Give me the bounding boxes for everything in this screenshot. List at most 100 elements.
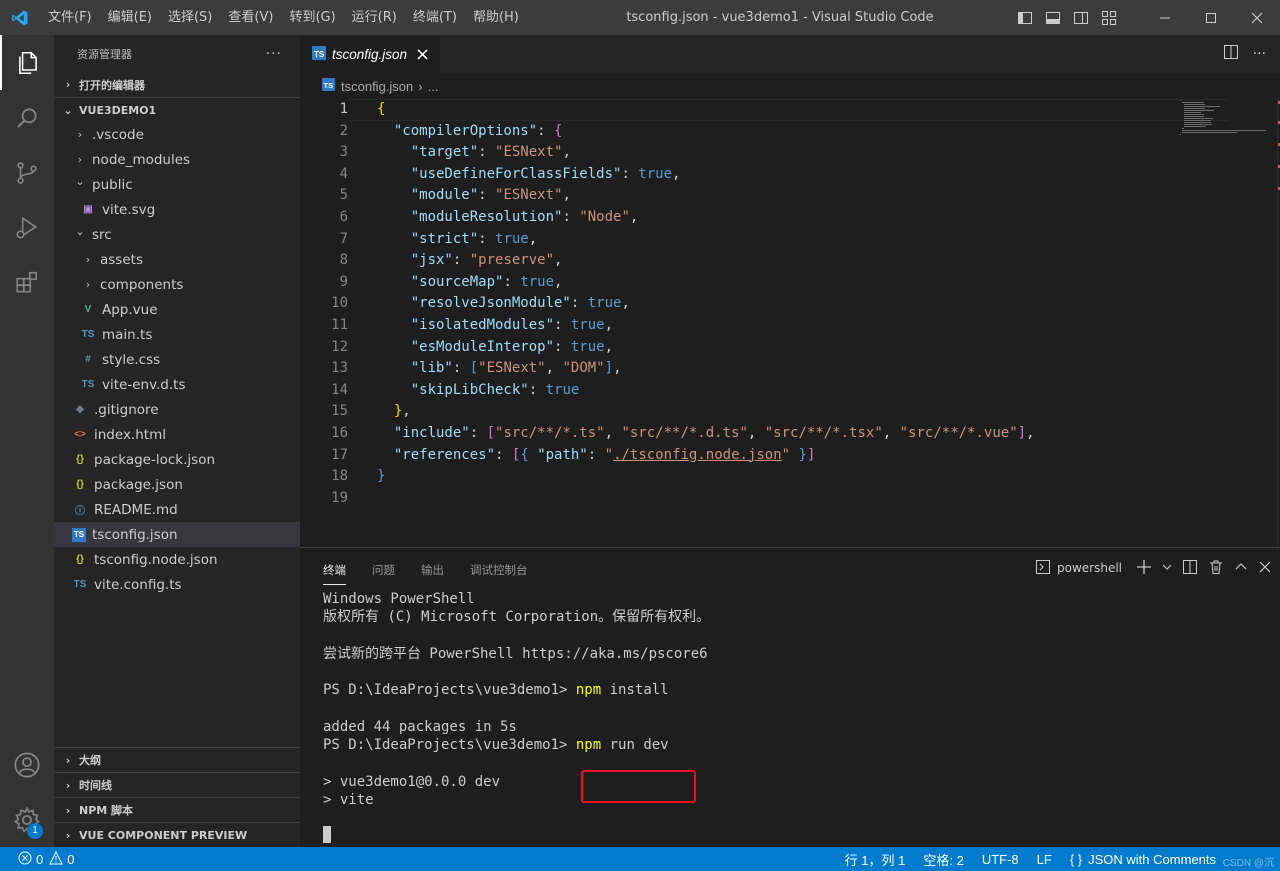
run-debug-icon[interactable] xyxy=(0,200,54,255)
tab-tsconfig[interactable]: TS tsconfig.json × xyxy=(300,35,441,73)
tree-item-label: tsconfig.json xyxy=(92,526,178,543)
vue-file-icon: V xyxy=(84,304,92,315)
file-item[interactable]: TS tsconfig.json xyxy=(54,522,300,547)
file-item[interactable]: # style.css xyxy=(54,347,300,372)
sidebar-section[interactable]: › 大纲 xyxy=(54,747,300,772)
menu-item[interactable]: 选择(S) xyxy=(160,0,220,35)
more-actions-icon[interactable]: ··· xyxy=(266,46,282,62)
shell-label: powershell xyxy=(1057,561,1122,575)
new-terminal-icon[interactable] xyxy=(1136,559,1152,578)
code-line: "resolveJsonModule": true, xyxy=(410,295,630,312)
tree-item-label: src xyxy=(92,226,112,243)
menu-item[interactable]: 查看(V) xyxy=(220,0,281,35)
file-item[interactable]: TS vite-env.d.ts xyxy=(54,372,300,397)
chevron-down-icon: ⌄ xyxy=(63,103,73,117)
panel-tab[interactable]: 调试控制台 xyxy=(470,552,528,585)
file-item[interactable]: {} package.json xyxy=(54,472,300,497)
file-item[interactable]: <> index.html xyxy=(54,422,300,447)
file-item[interactable]: {} package-lock.json xyxy=(54,447,300,472)
problems-status[interactable]: 0 0 xyxy=(0,850,74,868)
json-file-icon: {} xyxy=(76,454,84,465)
open-editors-section[interactable]: › 打开的编辑器 xyxy=(54,72,300,97)
trash-icon[interactable] xyxy=(1208,559,1224,578)
split-terminal-icon[interactable] xyxy=(1182,559,1198,578)
source-control-icon[interactable] xyxy=(0,145,54,200)
extensions-icon[interactable] xyxy=(0,255,54,310)
breadcrumb-more[interactable]: ... xyxy=(428,79,439,94)
tab-close-icon[interactable]: × xyxy=(415,45,430,64)
chevron-up-icon[interactable] xyxy=(1234,560,1248,577)
menu-item[interactable]: 运行(R) xyxy=(344,0,405,35)
account-icon[interactable] xyxy=(0,737,54,792)
search-icon[interactable] xyxy=(0,90,54,145)
terminal-line: 版权所有 (C) Microsoft Corporation。保留所有权利。 xyxy=(323,609,711,626)
tree-item-label: assets xyxy=(100,251,143,268)
sidebar-section[interactable]: › NPM 脚本 xyxy=(54,797,300,822)
panel-tab[interactable]: 问题 xyxy=(372,552,395,585)
end-of-line[interactable]: LF xyxy=(1028,852,1061,867)
error-count: 0 xyxy=(36,851,44,867)
file-tree: › .vscode › node_modules ⌄ public ▣ vite.svg ⌄ sr… xyxy=(54,122,300,597)
tree-item-label: tsconfig.node.json xyxy=(94,551,218,568)
svg-text:TS: TS xyxy=(324,81,334,90)
minimap[interactable] xyxy=(1180,99,1276,135)
code-line: "sourceMap": true, xyxy=(410,273,563,290)
file-item[interactable]: V App.vue xyxy=(54,297,300,322)
folder-item[interactable]: ⌄ public xyxy=(54,172,300,197)
menu-item[interactable]: 编辑(E) xyxy=(100,0,160,35)
folder-item[interactable]: › node_modules xyxy=(54,147,300,172)
breadcrumb-file[interactable]: tsconfig.json xyxy=(341,79,413,94)
encoding[interactable]: UTF-8 xyxy=(973,852,1028,867)
panel-tab[interactable]: 终端 xyxy=(323,552,346,585)
file-item[interactable]: ◆ .gitignore xyxy=(54,397,300,422)
explorer-icon[interactable] xyxy=(0,35,54,90)
minimize-icon[interactable] xyxy=(1142,0,1188,35)
file-item[interactable]: TS vite.config.ts xyxy=(54,572,300,597)
status-right: 行 1，列 1 空格: 2 UTF-8 LF { } JSON with Comm… xyxy=(836,847,1280,871)
panel-tab[interactable]: 输出 xyxy=(421,552,444,585)
file-item[interactable]: ⓘ README.md xyxy=(54,497,300,522)
menu-item[interactable]: 转到(G) xyxy=(281,0,343,35)
project-section[interactable]: ⌄ VUE3DEMO1 xyxy=(54,97,300,122)
split-editor-icon[interactable] xyxy=(1223,44,1239,64)
chevron-down-icon[interactable] xyxy=(1162,561,1172,575)
file-item[interactable]: {} tsconfig.node.json xyxy=(54,547,300,572)
svg-text:TS: TS xyxy=(314,50,325,59)
terminal-shell-button[interactable]: powershell xyxy=(1035,559,1122,578)
indentation[interactable]: 空格: 2 xyxy=(914,850,972,869)
file-item[interactable]: TS main.ts xyxy=(54,322,300,347)
folder-item[interactable]: › components xyxy=(54,272,300,297)
terminal-output[interactable]: Windows PowerShell 版权所有 (C) Microsoft Cor… xyxy=(323,590,711,843)
menu-item[interactable]: 帮助(H) xyxy=(465,0,527,35)
line-number: 15 xyxy=(331,403,348,420)
more-actions-icon[interactable]: ··· xyxy=(1253,46,1266,62)
folder-item[interactable]: › assets xyxy=(54,247,300,272)
code-line: "skipLibCheck": true xyxy=(410,381,580,398)
gear-icon[interactable]: 1 xyxy=(0,792,54,847)
cursor-position[interactable]: 行 1，列 1 xyxy=(836,850,915,869)
window-title: tsconfig.json - vue3demo1 - Visual Studi… xyxy=(626,10,934,25)
toggle-panel-icon[interactable] xyxy=(1040,0,1066,35)
window-controls xyxy=(1142,0,1280,35)
close-panel-icon[interactable] xyxy=(1258,560,1272,577)
editor-tab-bar: TS tsconfig.json × ··· xyxy=(300,35,1280,73)
sidebar-section[interactable]: › 时间线 xyxy=(54,772,300,797)
folder-item[interactable]: › .vscode xyxy=(54,122,300,147)
menu-item[interactable]: 文件(F) xyxy=(40,0,100,35)
chevron-down-icon: ⌄ xyxy=(75,225,85,238)
folder-item[interactable]: ⌄ src xyxy=(54,222,300,247)
line-number: 19 xyxy=(331,489,348,506)
tree-item-label: main.ts xyxy=(102,326,153,343)
toggle-secondary-sidebar-icon[interactable] xyxy=(1068,0,1094,35)
typescript-file-icon: TS xyxy=(73,579,87,590)
sidebar-section[interactable]: › VUE COMPONENT PREVIEW xyxy=(54,822,300,847)
project-name: VUE3DEMO1 xyxy=(79,103,157,117)
info-file-icon: ⓘ xyxy=(75,506,85,517)
menu-item[interactable]: 终端(T) xyxy=(405,0,465,35)
file-item[interactable]: ▣ vite.svg xyxy=(54,197,300,222)
toggle-primary-sidebar-icon[interactable] xyxy=(1012,0,1038,35)
customize-layout-icon[interactable] xyxy=(1096,0,1122,35)
code-editor[interactable]: 1 {2 "compilerOptions": {3 "target": "ESN… xyxy=(300,99,1280,547)
maximize-icon[interactable] xyxy=(1188,0,1234,35)
close-icon[interactable] xyxy=(1234,0,1280,35)
